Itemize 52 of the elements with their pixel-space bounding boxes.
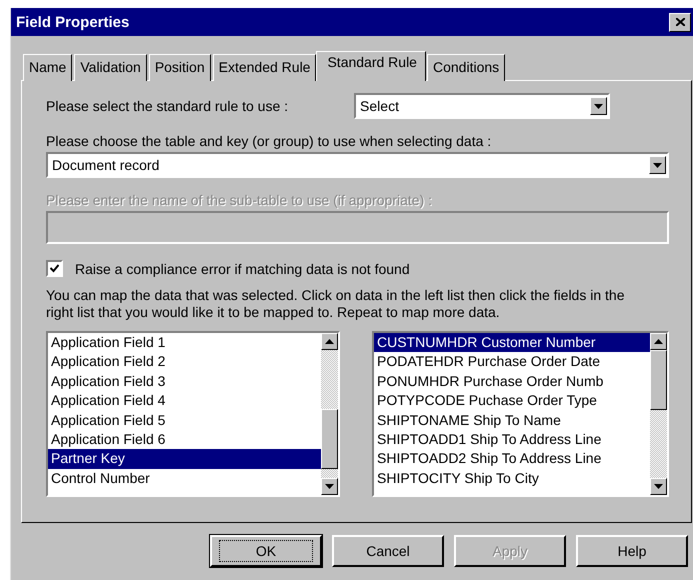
caret-up-icon [325,339,334,344]
checkbox[interactable] [46,260,63,277]
list-item[interactable]: Partner Key [48,449,321,469]
field-label: Please enter the name of the sub-table to use (if appropriate) : [46,192,434,208]
field-label: Please select the standard rule to use : [46,98,288,114]
caret-down-icon [654,484,663,489]
dropdown[interactable]: Document record [46,152,669,178]
caret-down-icon [653,162,662,168]
tab[interactable]: Name [23,54,72,81]
list-item[interactable]: SHIPTOADD1 Ship To Address Line [374,430,650,450]
list-item[interactable]: POTYPCODE Puchase Order Type [374,391,650,411]
dropdown[interactable]: Select [354,93,610,119]
list-item[interactable]: SHIPTOCITY Ship To City [374,468,650,488]
list-item[interactable]: SHIPTOADD2 Ship To Address Line [374,449,650,469]
scroll-up-button[interactable] [650,333,667,350]
list-item[interactable]: SHIPTONAME Ship To Name [374,410,650,430]
dialog-button[interactable]: Cancel [332,535,444,567]
list-item[interactable]: PONUMHDR Purchase Order Numb [374,372,650,392]
caret-down-icon [594,104,604,108]
scroll-down-button[interactable] [650,478,667,495]
scrollbar-thumb[interactable] [321,409,338,469]
checkbox-label: Raise a compliance error if matching data is not found [75,260,410,276]
list-item[interactable]: CUSTNUMHDR Customer Number [374,333,650,352]
scroll-up-button[interactable] [321,333,338,350]
tab[interactable]: Position [148,54,211,81]
scrollbar-thumb[interactable] [650,350,667,410]
list-box[interactable] [372,331,669,497]
instructions-text: You can map the data that was selected. Click on data in the left list then click the fields in the right list that you would like it to be mapped to. Repeat to map more data. [46,287,626,321]
list-item[interactable]: PODATEHDR Purchase Order Date [374,352,650,372]
tab[interactable]: Conditions [426,54,506,81]
close-button[interactable] [669,12,691,32]
tab[interactable]: Validation [74,54,147,81]
list-item[interactable]: Application Field 4 [48,391,321,411]
dialog-button: Apply [454,535,566,567]
close-icon [676,18,684,26]
window-title: Field Properties [16,14,130,30]
list-item[interactable]: Application Field 6 [48,430,321,450]
dialog-button[interactable]: Help [576,535,688,567]
list-item[interactable]: Application Field 3 [48,372,321,392]
field-label: Please choose the table and key (or group) to use when selecting data : [46,133,492,149]
list-item[interactable]: Control Number [48,468,321,488]
list-box[interactable]: Application Field 1 Application Field 2 Application Field 3 Application Field 4 Application Field 5 Application Field 6 Partner Key Control Number [46,331,340,497]
tab[interactable]: Standard Rule [316,51,426,81]
tab[interactable]: Extended Rule [212,54,316,81]
check-mark-icon [50,264,59,273]
scroll-down-button[interactable] [321,478,338,495]
list-item[interactable]: Application Field 1 [48,333,321,352]
caret-up-icon [654,339,663,344]
list-item[interactable]: Application Field 5 [48,410,321,430]
dialog-button[interactable]: OK [210,535,322,567]
list-item[interactable]: Application Field 2 [48,352,321,372]
caret-down-icon [325,484,334,489]
